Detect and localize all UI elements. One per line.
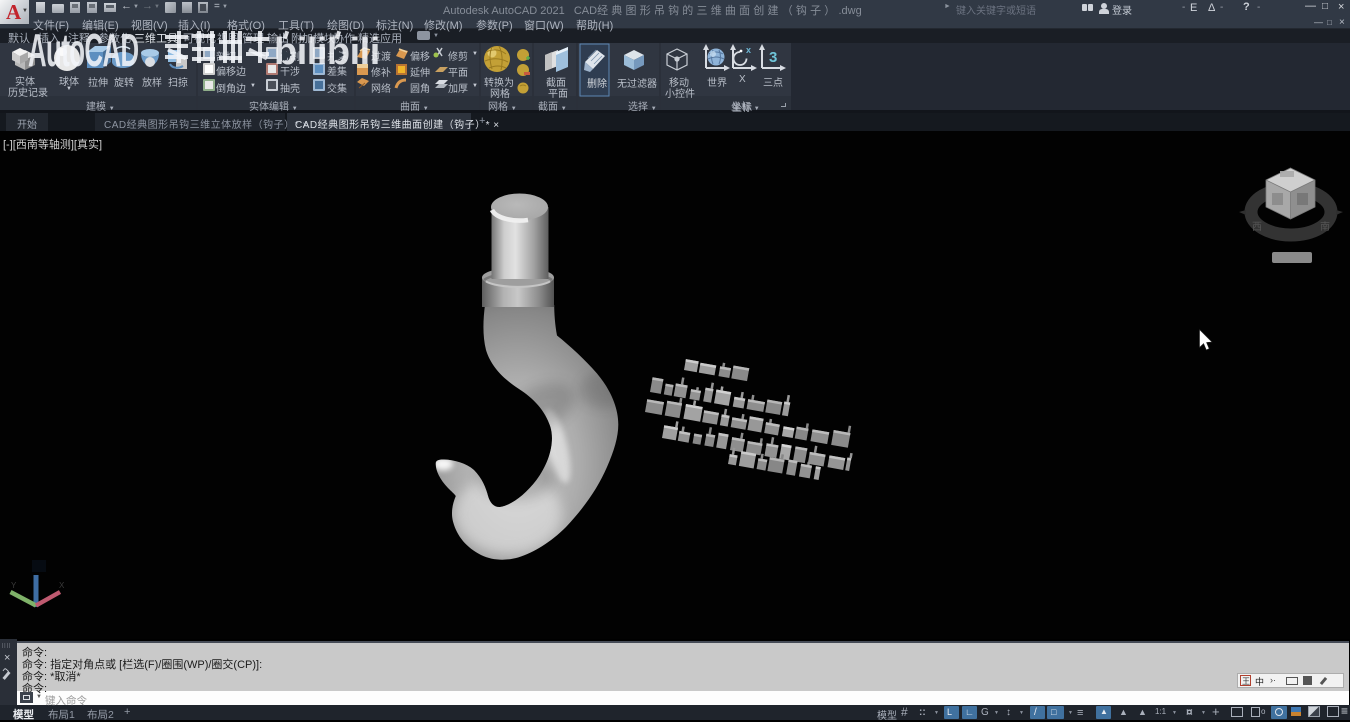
svg-text:x: x [746,45,751,55]
svg-text:Y: Y [11,581,17,590]
svg-text:X: X [59,581,65,590]
svg-text:3: 3 [769,49,777,66]
svg-text:西: 西 [1252,222,1262,233]
svg-text:南: 南 [1320,220,1330,233]
